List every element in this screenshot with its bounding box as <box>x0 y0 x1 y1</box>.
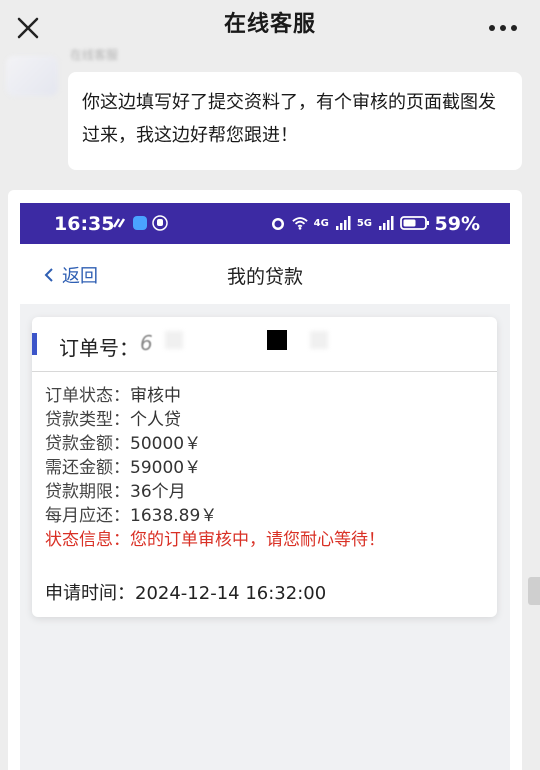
detail-row: 订单状态：审核中 <box>45 386 181 406</box>
status-time: 16:35 <box>54 213 115 235</box>
status-info: 状态信息：您的订单审核中，请您耐心等待！ <box>45 530 385 550</box>
detail-row: 需还金额：59000￥ <box>45 458 202 478</box>
detail-row: 贷款期限：36个月 <box>45 482 186 502</box>
battery-icon <box>400 216 429 230</box>
detail-row: 贷款金额：50000￥ <box>45 434 202 454</box>
screenshot-image[interactable]: 16:35 4G 5G 59% 返回 我的贷款 订单号： 6 订单状态：审核中 … <box>20 203 510 770</box>
apply-time-label: 申请时间： <box>45 583 135 604</box>
order-header: 订单号： 6 <box>32 317 497 372</box>
sender-name: 在线客服 <box>70 48 119 62</box>
status-left-icons <box>112 215 168 231</box>
link-icon <box>112 218 126 228</box>
order-header-accent <box>32 333 37 355</box>
network-4g-label: 4G <box>313 217 329 229</box>
redaction-blur <box>165 331 183 349</box>
status-right-icons: 4G 5G <box>270 215 430 231</box>
phone-status-bar: 16:35 4G 5G 59% <box>20 203 510 244</box>
page-title: 在线客服 <box>223 12 316 37</box>
battery-percentage: 59% <box>434 213 480 235</box>
order-number-label: 订单号： <box>59 336 139 360</box>
order-card: 订单号： 6 订单状态：审核中 贷款类型：个人贷 贷款金额：50000￥ 需还金… <box>32 317 497 617</box>
app-icon <box>133 216 147 230</box>
hand-icon <box>152 215 168 231</box>
alarm-icon <box>271 218 284 230</box>
wifi-icon <box>291 217 308 230</box>
order-number-value: 6 <box>140 331 153 355</box>
order-details: 订单状态：审核中 贷款类型：个人贷 贷款金额：50000￥ 需还金额：59000… <box>45 384 385 552</box>
signal-icon <box>335 216 351 230</box>
avatar[interactable] <box>6 56 58 96</box>
more-icon[interactable] <box>488 24 518 32</box>
detail-row: 贷款类型：个人贷 <box>45 410 181 430</box>
redaction-blur-2 <box>310 331 328 349</box>
app-bar: 返回 我的贷款 <box>20 244 510 304</box>
detail-row: 每月应还：1638.89￥ <box>45 506 218 526</box>
network-5g-label: 5G <box>356 217 372 229</box>
scrollbar-thumb[interactable] <box>528 577 540 605</box>
apply-time: 申请时间：2024-12-14 16:32:00 <box>45 579 326 605</box>
apply-time-value: 2024-12-14 16:32:00 <box>135 583 327 604</box>
chat-message-bubble: 你这边填写好了提交资料了，有个审核的页面截图发过来，我这边好帮您跟进！ <box>68 72 522 170</box>
redaction-block <box>267 330 287 350</box>
app-page-title: 我的贷款 <box>226 266 303 288</box>
signal-icon-2 <box>379 216 394 230</box>
